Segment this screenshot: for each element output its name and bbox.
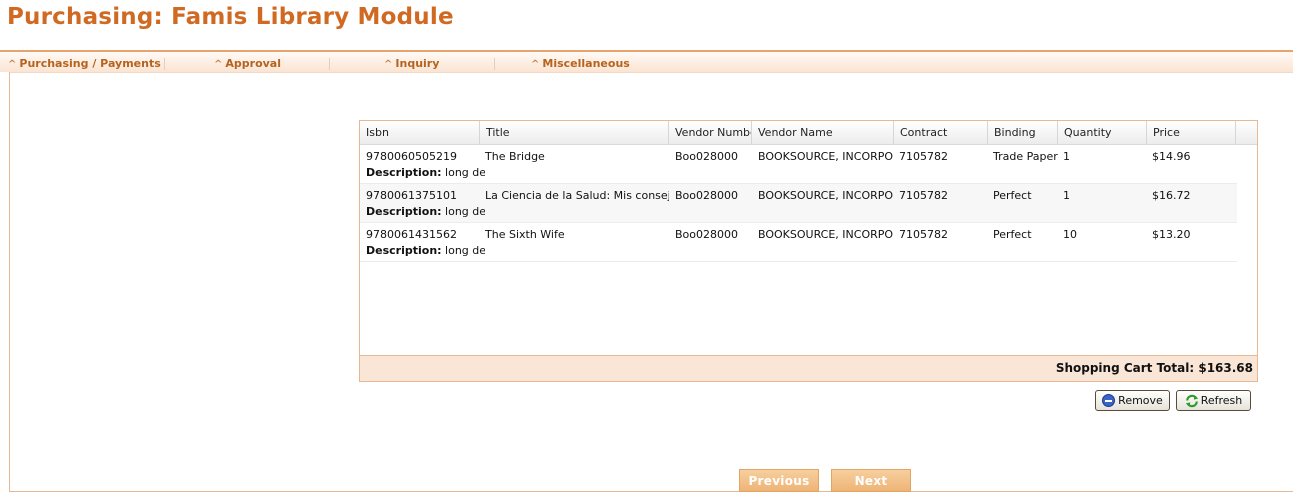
- menu-divider: [494, 58, 495, 70]
- cell-vendor-number: Boo028000: [675, 228, 738, 241]
- description-label: Description:: [366, 244, 442, 257]
- chevron-up-icon: ^: [214, 59, 223, 70]
- description-label: Description:: [366, 166, 442, 179]
- cell-isbn: 9780061375101: [366, 189, 457, 202]
- chevron-up-icon: ^: [384, 59, 393, 70]
- next-button[interactable]: Next: [831, 469, 911, 492]
- row-description: Description: long desc: [360, 166, 485, 179]
- cell-quantity: 10: [1063, 228, 1077, 241]
- cell-vendor-name: BOOKSOURCE, INCORPORA: [758, 150, 894, 163]
- main-menu-bar: ^ Purchasing / Payments ^ Approval ^ Inquir…: [0, 50, 1293, 72]
- page-title: Purchasing: Famis Library Module: [7, 4, 454, 30]
- cell-price: $16.72: [1152, 189, 1191, 202]
- cell-contract: 7105782: [899, 150, 948, 163]
- cell-vendor-number: Boo028000: [675, 189, 738, 202]
- chevron-up-icon: ^: [8, 59, 17, 70]
- refresh-button[interactable]: Refresh: [1176, 390, 1251, 411]
- description-label: Description:: [366, 205, 442, 218]
- column-header-vendor-number[interactable]: Vendor Number: [669, 121, 752, 144]
- shopping-cart-grid: Isbn Title Vendor Number Vendor Name Con…: [359, 120, 1258, 382]
- remove-button[interactable]: Remove: [1095, 390, 1170, 411]
- table-row[interactable]: 9780061431562 The Sixth Wife Boo028000 B…: [360, 223, 1237, 262]
- menu-inquiry[interactable]: ^ Inquiry: [384, 57, 439, 70]
- menu-miscellaneous[interactable]: ^ Miscellaneous: [531, 57, 630, 70]
- table-row[interactable]: 9780061375101 La Ciencia de la Salud: Mi…: [360, 184, 1237, 223]
- column-header-contract[interactable]: Contract: [894, 121, 988, 144]
- minus-circle-icon: [1102, 394, 1116, 407]
- column-header-isbn[interactable]: Isbn: [360, 121, 480, 144]
- cell-isbn: 9780061431562: [366, 228, 457, 241]
- cell-binding: Perfect: [993, 228, 1032, 241]
- chevron-up-icon: ^: [531, 59, 540, 70]
- cell-price: $14.96: [1152, 150, 1191, 163]
- cell-contract: 7105782: [899, 228, 948, 241]
- cell-vendor-name: BOOKSOURCE, INCORPORA: [758, 228, 894, 241]
- grid-header: Isbn Title Vendor Number Vendor Name Con…: [360, 121, 1257, 145]
- cell-quantity: 1: [1063, 189, 1070, 202]
- table-row[interactable]: 9780060505219 The Bridge Boo028000 BOOKS…: [360, 145, 1237, 184]
- description-value: long desc: [445, 166, 485, 179]
- column-header-title[interactable]: Title: [480, 121, 669, 144]
- column-header-price[interactable]: Price: [1147, 121, 1236, 144]
- cell-title: The Bridge: [485, 150, 545, 163]
- row-description: Description: long desc: [360, 205, 485, 218]
- refresh-icon: [1185, 394, 1198, 407]
- previous-button[interactable]: Previous: [739, 469, 819, 492]
- cell-isbn: 9780060505219: [366, 150, 457, 163]
- cell-vendor-name: BOOKSOURCE, INCORPORA: [758, 189, 894, 202]
- cell-title: La Ciencia de la Salud: Mis consejos p: [485, 189, 669, 202]
- cell-vendor-number: Boo028000: [675, 150, 738, 163]
- cell-binding: Trade Paper: [993, 150, 1058, 163]
- column-header-vendor-name[interactable]: Vendor Name: [752, 121, 894, 144]
- cell-binding: Perfect: [993, 189, 1032, 202]
- row-description: Description: long desc: [360, 244, 485, 257]
- cell-quantity: 1: [1063, 150, 1070, 163]
- menu-approval[interactable]: ^ Approval: [214, 57, 281, 70]
- column-header-binding[interactable]: Binding: [988, 121, 1058, 144]
- grid-footer: Shopping Cart Total: $163.68: [360, 355, 1257, 381]
- description-value: long desc: [445, 205, 485, 218]
- cell-price: $13.20: [1152, 228, 1191, 241]
- description-value: long desc: [445, 244, 485, 257]
- shopping-cart-total: Shopping Cart Total: $163.68: [1055, 361, 1253, 375]
- menu-purchasing-payments[interactable]: ^ Purchasing / Payments: [8, 57, 161, 70]
- cell-title: The Sixth Wife: [485, 228, 565, 241]
- cell-contract: 7105782: [899, 189, 948, 202]
- menu-divider: [164, 58, 165, 70]
- menu-divider: [329, 58, 330, 70]
- column-header-quantity[interactable]: Quantity: [1058, 121, 1147, 144]
